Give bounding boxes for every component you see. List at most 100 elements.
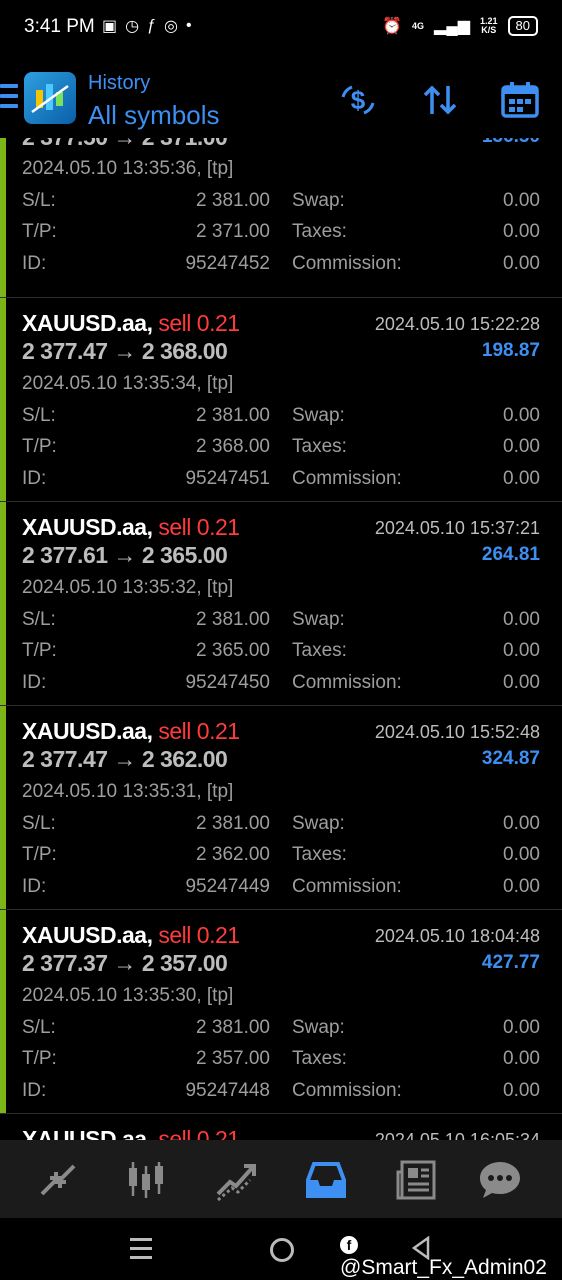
taxes-label: Taxes: [292,640,347,661]
id-value: 95247449 [185,876,270,897]
deal-symbol: XAUUSD.aa, sell 0.21 [22,718,240,744]
deal-symbol: XAUUSD.aa, sell 0.21 [22,1126,240,1140]
commission-label: Commission: [292,1080,402,1101]
deal-side: sell 0.21 [158,718,240,744]
tp-value: 2 357.00 [196,1048,270,1069]
id-label: ID: [22,876,47,897]
tp-value: 2 365.00 [196,640,270,661]
network-speed: 1.21 K/S [480,16,498,35]
deal-profit: 264.81 [481,544,540,565]
deal-close-time: 2024.05.10 16:05:34 [374,1130,540,1140]
list-item[interactable]: XAUUSD.aa, sell 0.21 2024.05.10 18:04:48… [0,910,562,1114]
app-header: History All symbols $ [0,62,562,138]
id-label: ID: [22,1080,47,1101]
system-navigation-bar: f@Smart_Fx_Admin02 [0,1218,562,1280]
tp-label: T/P: [22,1048,57,1069]
deal-side: sell 0.21 [158,1126,240,1140]
commission-label: Commission: [292,672,402,693]
id-label: ID: [22,253,47,274]
recent-apps-icon[interactable] [130,1238,152,1259]
chart-icon[interactable] [124,1158,168,1202]
history-icon[interactable] [304,1158,348,1202]
quotes-icon[interactable] [36,1158,80,1202]
alarm-notification-icon: ◷ [125,18,140,35]
profit-bar [0,910,6,1114]
alarm-icon: ⏰ [382,18,403,35]
deal-price: 2 377.61 → 2 365.00 [22,542,228,568]
id-value: 95247452 [185,253,270,274]
sl-label: S/L: [22,190,56,211]
svg-text:$: $ [351,85,366,115]
facebook-icon: ƒ [147,17,156,34]
profit-bar [0,706,6,910]
tp-value: 2 362.00 [196,844,270,865]
signal-icon: ▂▄▆ [434,18,470,35]
profit-bar [0,502,6,706]
deal-price: 2 377.50 → 2 371.00 [22,138,228,151]
sl-value: 2 381.00 [196,1017,270,1038]
commission-value: 0.00 [503,876,540,897]
messages-icon[interactable] [478,1158,522,1202]
id-value: 95247448 [185,1080,270,1101]
currency-toggle-icon[interactable]: $ [338,80,378,120]
tp-label: T/P: [22,436,57,457]
commission-value: 0.00 [503,468,540,489]
deal-price: 2 377.47 → 2 362.00 [22,746,228,772]
header-subtitle: History [88,72,151,94]
deal-price: 2 377.37 → 2 357.00 [22,950,228,976]
list-item[interactable]: 2 377.50 → 2 371.00 136.50 2024.05.10 13… [0,138,562,298]
battery-indicator: 80 [507,16,538,36]
notification-app-icon: ▣ [102,18,118,35]
id-value: 95247451 [185,468,270,489]
sl-value: 2 381.00 [196,813,270,834]
deal-open-time: 2024.05.10 13:35:36, [tp] [22,158,234,179]
tp-label: T/P: [22,640,57,661]
deal-symbol: XAUUSD.aa, sell 0.21 [22,922,240,948]
deal-profit: 198.87 [481,340,540,361]
swap-value: 0.00 [503,609,540,630]
list-item[interactable]: XAUUSD.aa, sell 0.21 2024.05.10 15:22:28… [0,298,562,502]
id-label: ID: [22,468,47,489]
sl-value: 2 381.00 [196,609,270,630]
facebook-icon: f [340,1236,358,1254]
id-label: ID: [22,672,47,693]
swap-value: 0.00 [503,1017,540,1038]
swap-label: Swap: [292,1017,345,1038]
deal-symbol: XAUUSD.aa, sell 0.21 [22,310,240,336]
list-item[interactable]: XAUUSD.aa, sell 0.21 2024.05.10 15:37:21… [0,502,562,706]
sort-icon[interactable] [420,80,460,120]
taxes-value: 0.00 [503,436,540,457]
swap-label: Swap: [292,813,345,834]
deal-side: sell 0.21 [158,514,240,540]
tp-value: 2 371.00 [196,221,270,242]
tp-label: T/P: [22,221,57,242]
deal-price: 2 377.47 → 2 368.00 [22,338,228,364]
sl-label: S/L: [22,813,56,834]
status-bar: 3:41 PM ▣ ◷ ƒ ◎ • ⏰ 4G ▂▄▆ 1.21 K/S 80 [0,0,562,58]
sl-label: S/L: [22,405,56,426]
list-item[interactable]: XAUUSD.aa, sell 0.21 2024.05.10 16:05:34 [0,1114,562,1140]
deal-close-time: 2024.05.10 15:22:28 [374,314,540,334]
calendar-icon[interactable] [500,80,540,120]
taxes-value: 0.00 [503,844,540,865]
deal-profit: 136.50 [482,138,540,148]
trade-icon[interactable] [214,1158,258,1202]
watermark: f@Smart_Fx_Admin02 [340,1236,547,1279]
deal-open-time: 2024.05.10 13:35:31, [tp] [22,781,234,802]
deal-close-time: 2024.05.10 15:37:21 [374,518,540,538]
taxes-value: 0.00 [503,221,540,242]
sl-value: 2 381.00 [196,405,270,426]
swap-value: 0.00 [503,190,540,211]
deal-open-time: 2024.05.10 13:35:34, [tp] [22,373,234,394]
swap-value: 0.00 [503,813,540,834]
page-title[interactable]: All symbols [88,100,219,131]
history-list[interactable]: 2 377.50 → 2 371.00 136.50 2024.05.10 13… [0,138,562,1140]
list-item[interactable]: XAUUSD.aa, sell 0.21 2024.05.10 15:52:48… [0,706,562,910]
menu-icon[interactable] [0,84,18,108]
home-icon[interactable] [270,1238,294,1262]
deal-profit: 324.87 [481,748,540,769]
deal-open-time: 2024.05.10 13:35:30, [tp] [22,985,234,1006]
news-icon[interactable] [394,1158,438,1202]
swap-label: Swap: [292,609,345,630]
swap-value: 0.00 [503,405,540,426]
